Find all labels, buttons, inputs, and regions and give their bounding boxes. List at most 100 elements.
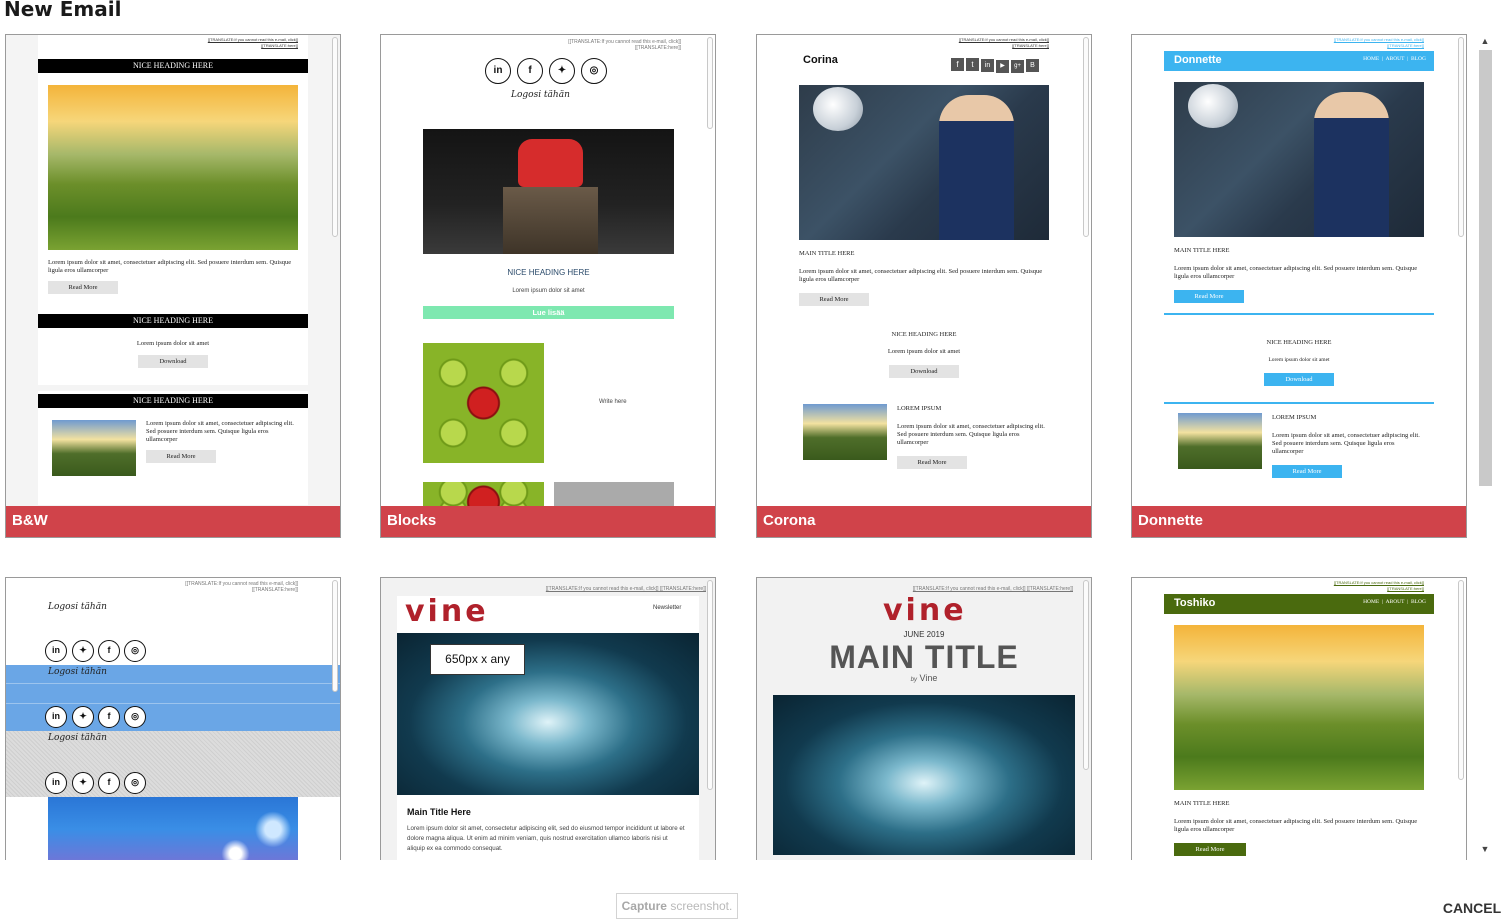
brand-logo: vine [883, 593, 967, 628]
scroll-down-icon[interactable]: ▼ [1477, 844, 1493, 858]
template-preview: [[TRANSLATE:If you cannot read this e-ma… [1132, 35, 1466, 537]
download-button[interactable]: Download [138, 355, 208, 368]
linkedin-icon[interactable]: in [485, 58, 511, 84]
brand-name: Donnette [1174, 54, 1222, 66]
short-text: Lorem ipsum dolor sit amet [887, 348, 961, 355]
read-more-button[interactable]: Read More [146, 450, 216, 463]
sunset-thumbnail [1178, 413, 1262, 469]
apples-image [423, 343, 544, 463]
preview-scrollbar[interactable] [1458, 580, 1464, 780]
translate-link[interactable]: [[TRANSLATE:If you cannot read this e-ma… [1334, 580, 1424, 585]
header-bar: Toshiko HOME | ABOUT | BLOG [1164, 594, 1434, 614]
twitter-icon[interactable]: ✦ [72, 640, 94, 662]
facebook-icon[interactable]: f [98, 772, 120, 794]
translate-link[interactable]: [[TRANSLATE:here]] [1012, 43, 1049, 48]
blog-icon[interactable]: B [1026, 59, 1039, 72]
download-button[interactable]: Download [889, 365, 959, 378]
size-hint-box: 650px x any [430, 644, 525, 675]
main-title: Main Title Here [407, 807, 471, 817]
short-text: Lorem ipsum dolor sit amet [512, 288, 585, 294]
logo-placeholder: Logosi tähän [511, 90, 570, 100]
facebook-icon[interactable]: f [517, 58, 543, 84]
google-plus-icon[interactable]: g+ [1011, 60, 1024, 73]
header-bar: Donnette HOME | ABOUT | BLOG [1164, 51, 1434, 71]
read-more-button[interactable]: Read More [1174, 843, 1246, 856]
template-name: B&W [6, 506, 340, 537]
translate-link[interactable]: [[TRANSLATE:here]] [1387, 586, 1424, 591]
template-card-logos[interactable]: [[TRANSLATE:If you cannot read this e-ma… [5, 577, 341, 860]
field-image [48, 85, 298, 250]
facebook-icon[interactable]: f [951, 58, 964, 71]
section-heading: NICE HEADING HERE [1266, 339, 1332, 346]
template-card-corona[interactable]: [[TRANSLATE:If you cannot read this e-ma… [756, 34, 1092, 538]
translate-link[interactable]: [[TRANSLATE:If you cannot read this e-ma… [561, 39, 681, 51]
instagram-icon[interactable]: ◎ [124, 706, 146, 728]
read-more-button[interactable]: Read More [48, 281, 118, 294]
main-scrollbar[interactable]: ▲ ▼ [1477, 36, 1493, 858]
preview-scrollbar[interactable] [1083, 580, 1089, 770]
scroll-up-icon[interactable]: ▲ [1477, 36, 1493, 50]
instagram-icon[interactable]: ◎ [581, 58, 607, 84]
template-grid: [[TRANSLATE:If you cannot read this e-ma… [0, 0, 1475, 860]
translate-link[interactable]: [[TRANSLATE:If you cannot read this e-ma… [208, 37, 298, 42]
nav-links[interactable]: HOME | ABOUT | BLOG [1363, 599, 1426, 605]
instagram-icon[interactable]: ◎ [124, 640, 146, 662]
issue-date: JUNE 2019 [903, 630, 945, 639]
template-card-bw[interactable]: [[TRANSLATE:If you cannot read this e-ma… [5, 34, 341, 538]
template-card-vine-2019[interactable]: [[TRANSLATE:If you cannot read this e-ma… [756, 577, 1092, 860]
twitter-icon[interactable]: ✦ [72, 706, 94, 728]
brand-name: Corina [803, 54, 838, 66]
template-preview: [[TRANSLATE:If you cannot read this e-ma… [6, 578, 340, 860]
preview-scrollbar[interactable] [332, 37, 338, 237]
twitter-icon[interactable]: ✦ [72, 772, 94, 794]
read-more-button[interactable]: Lue lisää [423, 306, 674, 319]
translate-link[interactable]: [[TRANSLATE:If you cannot read this e-ma… [959, 37, 1049, 42]
preview-scrollbar[interactable] [707, 580, 713, 790]
template-card-toshiko[interactable]: [[TRANSLATE:If you cannot read this e-ma… [1131, 577, 1467, 860]
twitter-icon[interactable]: t [966, 58, 979, 71]
instagram-icon[interactable]: ◎ [124, 772, 146, 794]
download-button[interactable]: Download [1264, 373, 1334, 386]
man-figure [939, 95, 1014, 240]
read-more-button[interactable]: Read More [1272, 465, 1342, 478]
read-more-button[interactable]: Read More [799, 293, 869, 306]
scrollbar-thumb[interactable] [1479, 50, 1492, 486]
translate-link[interactable]: [[TRANSLATE:If you cannot read this e-ma… [867, 586, 1073, 592]
facebook-icon[interactable]: f [98, 640, 120, 662]
translate-link[interactable]: [[TRANSLATE:here]] [261, 43, 298, 48]
linkedin-icon[interactable]: in [45, 706, 67, 728]
section-heading: NICE HEADING HERE [507, 268, 590, 277]
section-heading: NICE HEADING HERE [891, 331, 957, 338]
read-more-button[interactable]: Read More [1174, 290, 1244, 303]
translate-link[interactable]: [[TRANSLATE:If you cannot read this e-ma… [176, 581, 298, 593]
sunset-thumbnail [803, 404, 887, 460]
main-title: MAIN TITLE HERE [1174, 800, 1230, 807]
main-title: MAIN TITLE [829, 639, 1019, 675]
section-gap [6, 385, 336, 391]
businessman-image [799, 85, 1049, 240]
translate-link[interactable]: [[TRANSLATE:If you cannot read this e-ma… [501, 586, 706, 592]
capture-screenshot-button[interactable]: Capture screenshot. [616, 893, 738, 919]
template-card-blocks[interactable]: [[TRANSLATE:If you cannot read this e-ma… [380, 34, 716, 538]
newsletter-label: Newsletter [653, 605, 682, 611]
template-card-donnette[interactable]: [[TRANSLATE:If you cannot read this e-ma… [1131, 34, 1467, 538]
brand-logo: vine [405, 594, 489, 629]
nav-links[interactable]: HOME | ABOUT | BLOG [1363, 56, 1426, 62]
preview-scrollbar[interactable] [1458, 37, 1464, 237]
facebook-icon[interactable]: f [98, 706, 120, 728]
linkedin-icon[interactable]: in [45, 640, 67, 662]
preview-scrollbar[interactable] [332, 580, 338, 692]
translate-link[interactable]: [[TRANSLATE:here]] [1387, 43, 1424, 48]
preview-scrollbar[interactable] [707, 37, 713, 129]
read-more-button[interactable]: Read More [897, 456, 967, 469]
preview-scrollbar[interactable] [1083, 37, 1089, 237]
linkedin-icon[interactable]: in [981, 59, 994, 72]
youtube-icon[interactable]: ▶ [996, 60, 1009, 73]
logo-placeholder: Logosi tähän [48, 667, 107, 677]
capture-label-bold: Capture [621, 899, 667, 913]
linkedin-icon[interactable]: in [45, 772, 67, 794]
template-card-vine[interactable]: [[TRANSLATE:If you cannot read this e-ma… [380, 577, 716, 860]
twitter-icon[interactable]: ✦ [549, 58, 575, 84]
translate-link[interactable]: [[TRANSLATE:If you cannot read this e-ma… [1334, 37, 1424, 42]
cancel-button[interactable]: CANCEL [1442, 898, 1502, 918]
